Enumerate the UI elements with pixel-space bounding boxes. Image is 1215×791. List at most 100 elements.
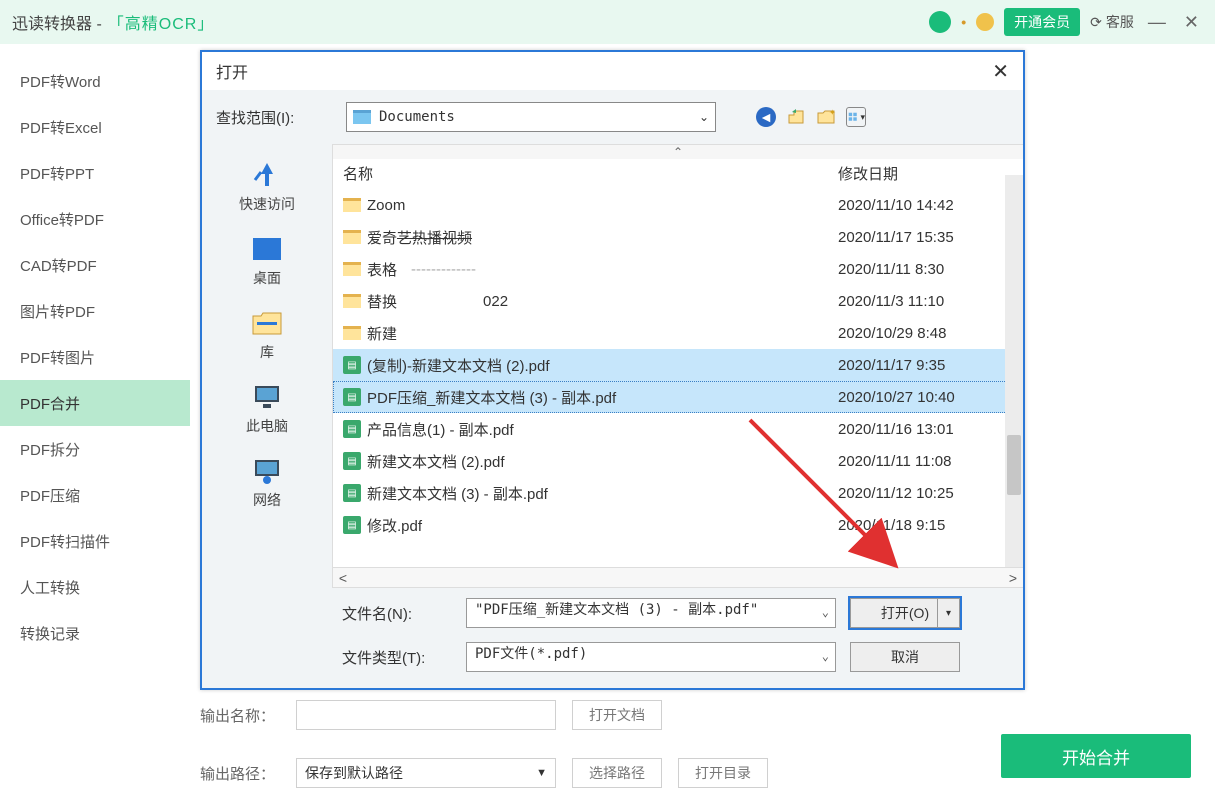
dialog-toolbar: ◄ ✦ ▾ [756,107,866,127]
chevron-down-icon: ⌄ [699,110,709,124]
start-merge-label: 开始合并 [1062,744,1130,769]
file-list[interactable]: Zoom2020/11/10 14:42爱奇艺热播视频2020/11/17 15… [333,189,1023,567]
file-date: 2020/11/3 11:10 [838,293,1023,310]
cancel-button[interactable]: 取消 [850,642,960,672]
pdf-icon: ▤ [343,420,361,438]
scrollbar-track[interactable] [353,571,1003,585]
sidebar-item-9[interactable]: PDF压缩 [0,472,190,518]
avatar-icon[interactable] [929,11,951,33]
open-button[interactable]: 打开(O) ▾ [850,598,960,628]
top-bar: 迅读转换器 - 「高精OCR」 • 开通会员 ⟳ 客服 — ✕ [0,0,1215,44]
open-dir-label: 打开目录 [695,763,751,783]
file-name: 替换 [367,291,397,312]
filetype-select[interactable]: PDF文件(*.pdf) ⌄ [466,642,836,672]
file-row[interactable]: ▤修改.pdf2020/11/18 9:15 [333,509,1023,541]
file-name: 修改.pdf [367,515,422,536]
file-row[interactable]: ▤新建文本文档 (2).pdf2020/11/11 11:08 [333,445,1023,477]
place-icon [249,160,285,190]
dialog-title-bar[interactable]: 打开 ✕ [202,52,1023,90]
output-name-input[interactable] [296,700,556,730]
file-row[interactable]: 爱奇艺热播视频2020/11/17 15:35 [333,221,1023,253]
folder-icon [343,198,361,212]
filename-input[interactable]: "PDF压缩_新建文本文档 (3) - 副本.pdf" ⌄ [466,598,836,628]
sidebar-item-1[interactable]: PDF转Excel [0,104,190,150]
choose-path-label: 选择路径 [589,763,645,783]
lookin-select[interactable]: Documents ⌄ [346,102,716,132]
open-button-label: 打开(O) [881,603,929,623]
ocr-tag: 「高精OCR」 [108,10,215,34]
output-path-label: 输出路径： [200,763,280,784]
sidebar-item-8[interactable]: PDF拆分 [0,426,190,472]
chevron-down-icon: ▼ [536,767,547,779]
vip-button[interactable]: 开通会员 [1004,8,1080,36]
dialog-close-icon[interactable]: ✕ [992,59,1009,84]
folder-icon [353,110,371,124]
sidebar-item-5[interactable]: 图片转PDF [0,288,190,334]
sidebar-item-10[interactable]: PDF转扫描件 [0,518,190,564]
support-button[interactable]: ⟳ 客服 [1090,12,1134,32]
sidebar-item-6[interactable]: PDF转图片 [0,334,190,380]
open-split-icon[interactable]: ▾ [937,599,959,627]
scroll-up-icon[interactable]: ⌃ [333,145,1023,159]
pdf-icon: ▤ [343,356,361,374]
dialog-title: 打开 [216,59,248,83]
place-label: 快速访问 [239,194,295,214]
output-form: 输出名称： 打开文档 输出路径： 保存到默认路径 ▼ 选择路径 打开目录 [200,700,768,788]
file-row[interactable]: ▤产品信息(1) - 副本.pdf2020/11/16 13:01 [333,413,1023,445]
chevron-down-icon[interactable]: ⌄ [822,649,829,663]
file-name: PDF压缩_新建文本文档 (3) - 副本.pdf [367,387,616,408]
vertical-scrollbar[interactable] [1005,175,1023,567]
scrollbar-thumb[interactable] [1007,435,1021,495]
lookin-label: 查找范围(I): [216,107,336,128]
vip-crown-icon[interactable] [976,13,994,31]
scroll-left-icon[interactable]: < [333,570,353,586]
minimize-icon[interactable]: — [1144,12,1170,33]
up-level-icon[interactable] [786,107,806,127]
file-row[interactable]: 新建2020/10/29 8:48 [333,317,1023,349]
view-menu-icon[interactable]: ▾ [846,107,866,127]
scroll-right-icon[interactable]: > [1003,570,1023,586]
choose-path-button[interactable]: 选择路径 [572,758,662,788]
column-date[interactable]: 修改日期 [838,163,1023,184]
place-4[interactable]: 网络 [202,448,332,520]
filename-label: 文件名(N): [342,603,452,624]
output-path-select[interactable]: 保存到默认路径 ▼ [296,758,556,788]
column-name[interactable]: 名称 [333,163,838,184]
sidebar-item-3[interactable]: Office转PDF [0,196,190,242]
dialog-bottom-controls: 文件名(N): "PDF压缩_新建文本文档 (3) - 副本.pdf" ⌄ 打开… [202,588,1023,688]
folder-icon [343,294,361,308]
file-row[interactable]: ▤(复制)-新建文本文档 (2).pdf2020/11/17 9:35 [333,349,1023,381]
file-row[interactable]: 替换0222020/11/3 11:10 [333,285,1023,317]
pdf-icon: ▤ [343,452,361,470]
output-path-value: 保存到默认路径 [305,763,403,783]
sidebar-item-4[interactable]: CAD转PDF [0,242,190,288]
sidebar-item-11[interactable]: 人工转换 [0,564,190,610]
sidebar-item-12[interactable]: 转换记录 [0,610,190,656]
place-2[interactable]: 库 [202,300,332,372]
file-date: 2020/11/11 11:08 [838,453,1023,470]
horizontal-scrollbar[interactable]: < > [333,567,1023,587]
open-doc-button[interactable]: 打开文档 [572,700,662,730]
file-row[interactable]: Zoom2020/11/10 14:42 [333,189,1023,221]
chevron-down-icon[interactable]: ⌄ [822,605,829,619]
new-folder-icon[interactable]: ✦ [816,107,836,127]
place-1[interactable]: 桌面 [202,226,332,298]
file-row[interactable]: 表格-------------2020/11/11 8:30 [333,253,1023,285]
sidebar-item-2[interactable]: PDF转PPT [0,150,190,196]
file-date: 2020/11/12 10:25 [838,485,1023,502]
file-row[interactable]: ▤新建文本文档 (3) - 副本.pdf2020/11/12 10:25 [333,477,1023,509]
start-merge-button[interactable]: 开始合并 [1001,734,1191,778]
open-dir-button[interactable]: 打开目录 [678,758,768,788]
file-panel: ⌃ 名称 修改日期 Zoom2020/11/10 14:42爱奇艺热播视频202… [332,144,1023,588]
pdf-icon: ▤ [343,516,361,534]
back-icon[interactable]: ◄ [756,107,776,127]
close-app-icon[interactable]: ✕ [1180,12,1203,33]
sidebar-item-7[interactable]: PDF合并 [0,380,190,426]
lookin-value: Documents [379,109,455,125]
filename-value: "PDF压缩_新建文本文档 (3) - 副本.pdf" [475,602,758,618]
file-date: 2020/10/27 10:40 [838,389,1023,406]
place-0[interactable]: 快速访问 [202,152,332,224]
sidebar-item-0[interactable]: PDF转Word [0,58,190,104]
place-3[interactable]: 此电脑 [202,374,332,446]
file-row[interactable]: ▤PDF压缩_新建文本文档 (3) - 副本.pdf2020/10/27 10:… [333,381,1023,413]
